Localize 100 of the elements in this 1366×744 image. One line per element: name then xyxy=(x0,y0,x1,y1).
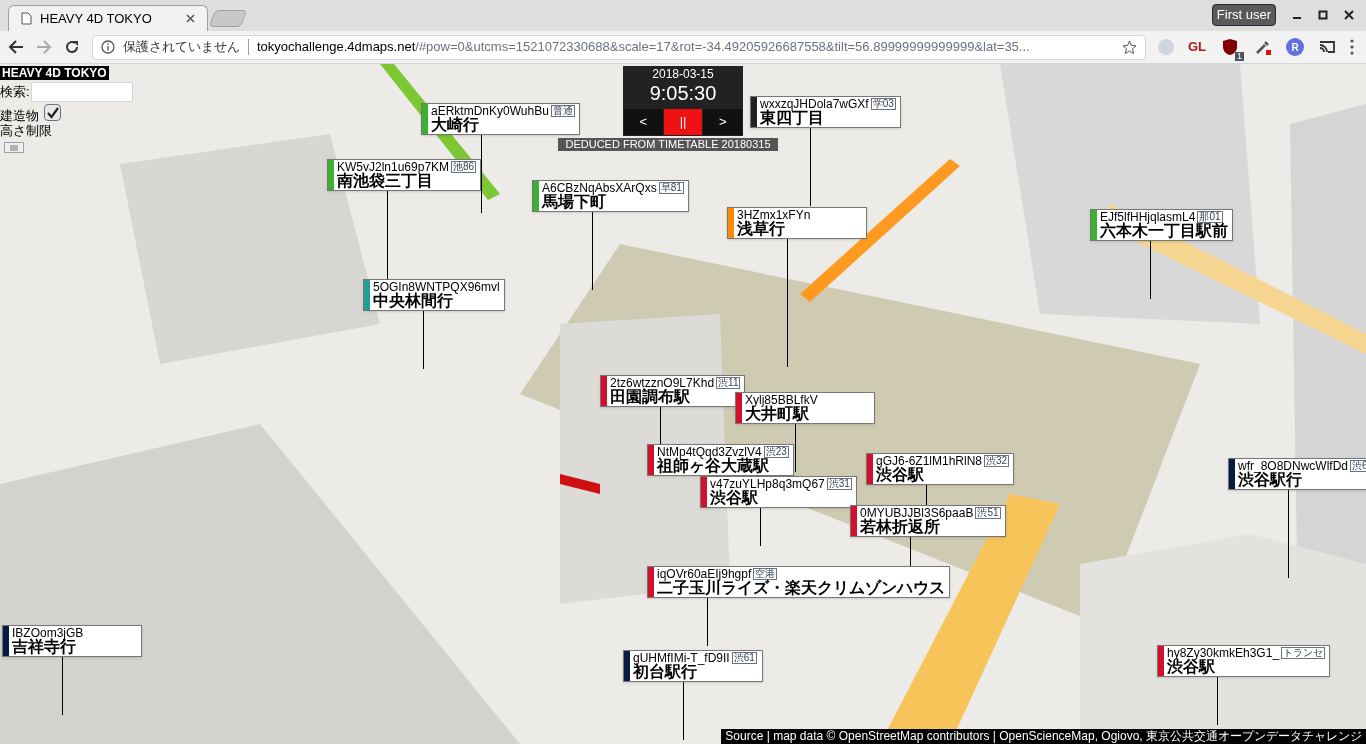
leader-line xyxy=(660,405,661,445)
route-badge: 渋61 xyxy=(731,652,757,664)
playback-button[interactable]: < xyxy=(624,109,663,135)
vehicle-id: gGJ6-6Z1lM1hRlN8 xyxy=(876,455,983,467)
security-label: 保護されていません xyxy=(123,38,240,57)
destination-text: 渋谷駅行 xyxy=(1238,472,1302,489)
vehicle-id: Xylj85BBLfkV xyxy=(745,394,818,406)
menu-icon[interactable] xyxy=(1350,39,1354,55)
vehicle-label[interactable]: hy8Zy30kmkEh3G1_ トランセ 渋谷駅 xyxy=(1157,645,1331,677)
close-icon[interactable] xyxy=(1344,9,1354,20)
eyedropper-icon[interactable] xyxy=(1254,38,1272,56)
vehicle-id: iqOVr60aEIj9hgpf xyxy=(657,568,752,580)
maximize-icon[interactable] xyxy=(1318,9,1328,20)
route-badge: 那01 xyxy=(1197,211,1223,223)
route-badge: 普通 xyxy=(550,105,575,117)
vehicle-label[interactable]: 5OGIn8WNTPQX96mvl 中央林間行 xyxy=(363,279,505,311)
vehicle-id: A6CBzNqAbsXArQxs xyxy=(542,182,657,194)
leader-line xyxy=(760,506,761,546)
clock-time: 9:05:30 xyxy=(649,81,717,105)
close-icon[interactable] xyxy=(186,14,195,23)
page-icon xyxy=(21,12,32,25)
timetable-source-label: DEDUCED FROM TIMETABLE 20180315 xyxy=(558,138,778,151)
vehicle-id: 3HZmx1xFYn xyxy=(737,209,811,221)
back-arrow-icon[interactable] xyxy=(8,39,24,55)
search-label: 検索: xyxy=(0,83,30,102)
destination-text: 六本木一丁目駅前 xyxy=(1100,223,1228,240)
destination-text: 大崎行 xyxy=(431,117,479,134)
destination-text: 吉祥寺行 xyxy=(12,639,76,656)
vehicle-id: aERktmDnKy0WuhBu xyxy=(431,105,549,117)
vehicle-id: gUHMfIMi-T_fD9II xyxy=(633,652,730,664)
vehicle-id: hy8Zy30kmkEh3G1_ xyxy=(1167,647,1280,659)
route-badge: 渋31 xyxy=(826,478,852,490)
leader-line xyxy=(707,596,708,646)
vehicle-label[interactable]: v47zuYLHp8q3mQ67 渋31 渋谷駅 xyxy=(700,476,857,508)
reload-icon[interactable] xyxy=(64,39,80,55)
vehicle-label[interactable]: aERktmDnKy0WuhBu 普通 大崎行 xyxy=(421,103,580,135)
attribution-text: Source | map data © OpenStreetMap contributors | OpenScienceMap, Ogiovo, 東京公共交通オープンデータチャレンジ xyxy=(721,729,1366,744)
vehicle-id: 0MYUBJJBl3S6paaB xyxy=(860,507,974,519)
app-title: HEAVY 4D TOKYO xyxy=(0,66,109,80)
leader-line xyxy=(683,680,684,740)
route-badge: 早81 xyxy=(658,182,684,194)
destination-text: 若林折返所 xyxy=(860,519,940,536)
route-badge: トランセ xyxy=(1281,647,1326,659)
cast-icon[interactable] xyxy=(1318,39,1336,55)
leader-line xyxy=(795,422,796,472)
vehicle-label[interactable]: KW5vJ2ln1u69p7KM 池86 南池袋三丁目 xyxy=(327,159,482,191)
vehicle-label[interactable]: IBZOom3jGB 吉祥寺行 xyxy=(2,625,142,657)
search-field[interactable] xyxy=(30,82,133,102)
vehicle-label[interactable]: 3HZmx1xFYn 浅草行 xyxy=(727,207,867,239)
vehicle-label[interactable]: 0MYUBJJBl3S6paaB 渋51 若林折返所 xyxy=(850,505,1006,537)
extension-button[interactable]: GL xyxy=(1187,37,1206,57)
address-bar[interactable]: 保護されていません tokyochallenge.4dmaps.net/#pow=0&utcms=1521072330688&scale=17&rot=-34.49205926687558&tilt=56.89999999999999&lat=35... xyxy=(92,34,1146,60)
playback-button[interactable]: || xyxy=(663,109,703,135)
list-icon xyxy=(10,144,18,151)
toggle-label: 高さ制限 xyxy=(0,123,52,138)
destination-text: 大井町駅 xyxy=(745,406,809,423)
vehicle-label[interactable]: gGJ6-6Z1lM1hRlN8 渋32 渋谷駅 xyxy=(866,453,1015,485)
checkmark-icon xyxy=(46,106,59,119)
vehicle-id: KW5vJ2ln1u69p7KM xyxy=(337,161,450,173)
destination-text: 祖師ヶ谷大蔵駅 xyxy=(657,458,770,475)
destination-text: 渋谷駅 xyxy=(710,490,758,507)
destination-text: 馬場下町 xyxy=(542,194,606,211)
vehicle-id: 5OGIn8WNTPQX96mvl xyxy=(373,281,500,293)
vehicle-label[interactable]: gUHMfIMi-T_fD9II 渋61 初台駅行 xyxy=(623,650,763,682)
leader-line xyxy=(62,655,63,715)
star-icon[interactable] xyxy=(1121,39,1137,55)
route-badge: 渋23 xyxy=(763,446,789,458)
profile-button[interactable]: First user xyxy=(1211,4,1276,26)
destination-text: 東四丁目 xyxy=(760,110,824,127)
vehicle-label[interactable]: EJf5lfHHjqlasmL4 那01 六本木一丁目駅前 xyxy=(1090,209,1233,241)
shield-icon xyxy=(1222,38,1238,56)
vehicle-label[interactable]: A6CBzNqAbsXArQxs 早81 馬場下町 xyxy=(532,180,689,212)
destination-text: 二子玉川ライズ・楽天クリムゾンハウス xyxy=(657,580,945,597)
extension-button[interactable]: R xyxy=(1286,38,1304,56)
browser-tab[interactable]: HEAVY 4D TOKYO xyxy=(8,5,208,31)
destination-text: 南池袋三丁目 xyxy=(337,173,433,190)
extension-badge: 1 xyxy=(1235,52,1244,61)
info-icon[interactable] xyxy=(101,40,115,54)
url-text: tokyochallenge.4dmaps.net/#pow=0&utcms=1521072330688&scale=17&rot=-34.49205926687558&tilt=56.89999999999999&lat=35... xyxy=(257,38,1031,57)
destination-text: 田園調布駅 xyxy=(610,389,690,406)
route-badge: 渋11 xyxy=(716,377,741,389)
vehicle-label[interactable]: NtMp4tQqd3ZvzlV4 渋23 祖師ヶ谷大蔵駅 xyxy=(647,444,794,476)
vehicle-label[interactable]: wxxzqJHDola7wGXf 学03 東四丁目 xyxy=(750,96,901,128)
checkbox[interactable] xyxy=(44,104,61,121)
destination-text: 初台駅行 xyxy=(633,664,697,681)
route-badge: 池86 xyxy=(451,161,477,173)
route-badge: 渋51 xyxy=(975,507,1001,519)
clock-date: 2018-03-15 xyxy=(652,67,714,81)
vehicle-label[interactable]: iqOVr60aEIj9hgpf 空港 二子玉川ライズ・楽天クリムゾンハウス xyxy=(647,566,950,598)
tab-title: HEAVY 4D TOKYO xyxy=(40,9,153,28)
leader-line xyxy=(1217,675,1218,725)
vehicle-id: NtMp4tQqd3ZvzlV4 xyxy=(657,446,762,458)
route-badge: 学03 xyxy=(870,98,896,110)
route-badge: 渋32 xyxy=(984,455,1010,467)
vehicle-label[interactable]: Xylj85BBLfkV 大井町駅 xyxy=(735,392,875,424)
shield-extension-button[interactable]: 1 xyxy=(1220,37,1240,57)
vehicle-id: wfr_8O8DNwcWlfDd xyxy=(1238,460,1348,472)
vehicle-id: 2tz6wtzznO9L7Khd xyxy=(610,377,715,389)
playback-button[interactable]: > xyxy=(703,109,742,135)
vehicle-label[interactable]: 2tz6wtzznO9L7Khd 渋11 田園調布駅 xyxy=(600,375,746,407)
